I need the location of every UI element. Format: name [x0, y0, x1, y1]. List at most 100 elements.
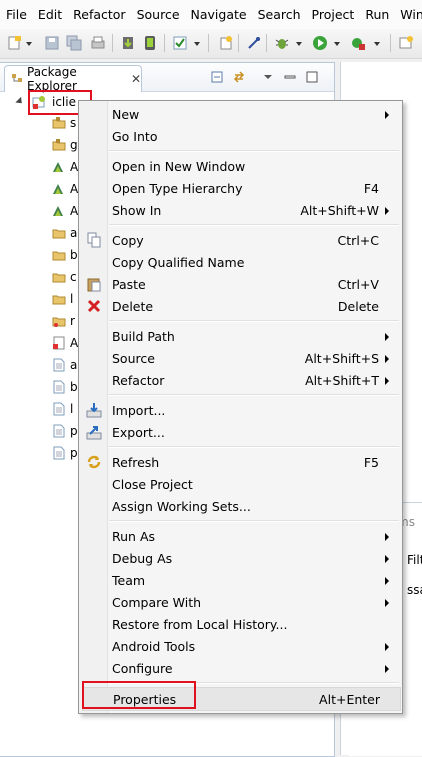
menu-item-compare-with[interactable]: Compare With: [82, 591, 399, 613]
menubar-run[interactable]: Run: [359, 7, 394, 22]
menu-item-team[interactable]: Team: [82, 569, 399, 591]
tree-item[interactable]: r: [0, 312, 80, 332]
menu-item-paste[interactable]: Paste Ctrl+V: [82, 273, 399, 295]
print-icon[interactable]: [90, 35, 106, 51]
external-tools-dropdown-arrow-icon[interactable]: [374, 42, 380, 46]
menu-item-label: Export...: [112, 425, 165, 440]
tree-item[interactable]: s: [0, 114, 80, 134]
tree-item[interactable]: c: [0, 268, 80, 288]
external-tools-icon[interactable]: [350, 35, 366, 51]
menu-item-assign-working-sets[interactable]: Assign Working Sets...: [82, 495, 399, 517]
menu-item-show-in[interactable]: Show In Alt+Shift+W: [82, 199, 399, 221]
tree-item[interactable]: A: [0, 158, 80, 178]
link-with-editor-icon[interactable]: [233, 71, 245, 83]
menubar-file[interactable]: File: [0, 7, 32, 22]
menubar-project[interactable]: Project: [306, 7, 360, 22]
save-icon[interactable]: [44, 35, 60, 51]
export-icon: [86, 424, 102, 440]
menu-item-refactor[interactable]: Refactor Alt+Shift+T: [82, 369, 399, 391]
menu-item-restore-from-local-history[interactable]: Restore from Local History...: [82, 613, 399, 635]
column-header: ssa: [407, 583, 422, 597]
menu-item-open-in-new-window[interactable]: Open in New Window: [82, 155, 399, 177]
file-icon: [52, 424, 66, 438]
close-icon[interactable]: ✕: [131, 72, 141, 86]
debug-dropdown-arrow-icon[interactable]: [296, 42, 302, 46]
menubar-source[interactable]: Source: [131, 7, 185, 22]
menu-item-delete[interactable]: Delete Delete: [82, 295, 399, 317]
menu-item-new[interactable]: New: [82, 103, 399, 125]
menubar-search[interactable]: Search: [252, 7, 306, 22]
tree-item[interactable]: b: [0, 378, 80, 398]
task-icon[interactable]: [172, 35, 188, 51]
menubar-win[interactable]: Win: [394, 7, 422, 22]
tree-item-label: g: [70, 138, 78, 152]
tree-item[interactable]: l: [0, 400, 80, 420]
save-all-icon[interactable]: [66, 35, 82, 51]
menu-item-label: Go Into: [112, 129, 158, 144]
new-wizard-icon[interactable]: [6, 35, 22, 51]
menu-separator: [109, 520, 399, 522]
menubar-edit[interactable]: Edit: [32, 7, 67, 22]
debug-icon[interactable]: [274, 35, 290, 51]
collapse-toggle-icon[interactable]: [40, 207, 46, 217]
menu-item-close-project[interactable]: Close Project: [82, 473, 399, 495]
menubar-navigate[interactable]: Navigate: [185, 7, 252, 22]
package-explorer-tab[interactable]: Package Explorer ✕: [4, 65, 142, 93]
menu-item-go-into[interactable]: Go Into: [82, 125, 399, 147]
collapse-toggle-icon[interactable]: [40, 141, 46, 151]
collapse-toggle-icon[interactable]: [40, 119, 46, 129]
tree-item[interactable]: b: [0, 246, 80, 266]
new-dropdown-arrow-icon[interactable]: [26, 42, 32, 46]
menu-item-configure[interactable]: Configure: [82, 657, 399, 679]
menu-item-export[interactable]: Export...: [82, 421, 399, 443]
tree-item[interactable]: p: [0, 422, 80, 442]
tree-item-label: A: [70, 204, 79, 218]
menu-item-run-as[interactable]: Run As: [82, 525, 399, 547]
menu-item-copy[interactable]: Copy Ctrl+C: [82, 229, 399, 251]
run-dropdown-arrow-icon[interactable]: [334, 42, 340, 46]
menu-item-copy-qualified-name[interactable]: Copy Qualified Name: [82, 251, 399, 273]
collapse-toggle-icon[interactable]: [40, 229, 46, 239]
tree-item[interactable]: A: [0, 334, 80, 354]
expand-toggle-icon[interactable]: [15, 96, 25, 107]
submenu-arrow-icon: [385, 665, 389, 673]
collapse-toggle-icon[interactable]: [40, 163, 46, 173]
menu-item-source[interactable]: Source Alt+Shift+S: [82, 347, 399, 369]
tree-item[interactable]: p: [0, 444, 80, 464]
collapse-toggle-icon[interactable]: [40, 295, 46, 305]
tree-item[interactable]: a: [0, 356, 80, 376]
tree-item-label: A: [70, 160, 79, 174]
tree-item[interactable]: l: [0, 290, 80, 310]
menu-item-refresh[interactable]: Refresh F5: [82, 451, 399, 473]
collapse-toggle-icon[interactable]: [40, 251, 46, 261]
menu-item-label: Team: [112, 573, 146, 588]
menu-item-android-tools[interactable]: Android Tools: [82, 635, 399, 657]
maximize-icon[interactable]: [306, 71, 318, 83]
menu-item-build-path[interactable]: Build Path: [82, 325, 399, 347]
menubar-refactor[interactable]: Refactor: [67, 7, 130, 22]
new-java-icon[interactable]: [218, 35, 234, 51]
menu-item-open-type-hierarchy[interactable]: Open Type Hierarchy F4: [82, 177, 399, 199]
android-avd-icon[interactable]: [142, 35, 158, 51]
view-menu-icon[interactable]: [262, 71, 274, 83]
tree-item[interactable]: A: [0, 180, 80, 200]
collapse-toggle-icon[interactable]: [40, 317, 46, 327]
tree-item-label: r: [70, 314, 75, 328]
collapse-toggle-icon[interactable]: [40, 273, 46, 283]
tree-item[interactable]: g: [0, 136, 80, 156]
android-sdk-icon[interactable]: [120, 35, 136, 51]
open-perspective-icon[interactable]: [398, 35, 414, 51]
manifest-icon: [52, 336, 66, 350]
tree-item[interactable]: a: [0, 224, 80, 244]
collapse-all-icon[interactable]: [211, 71, 223, 83]
filter-label[interactable]: Filte: [407, 553, 422, 567]
menu-item-import[interactable]: Import...: [82, 399, 399, 421]
run-icon[interactable]: [312, 35, 328, 51]
menu-item-debug-as[interactable]: Debug As: [82, 547, 399, 569]
tree-item[interactable]: A: [0, 202, 80, 222]
copy-icon: [86, 232, 102, 248]
task-dropdown-arrow-icon[interactable]: [194, 42, 200, 46]
pin-icon[interactable]: [246, 35, 262, 51]
collapse-toggle-icon[interactable]: [40, 185, 46, 195]
minimize-icon[interactable]: [284, 71, 296, 83]
